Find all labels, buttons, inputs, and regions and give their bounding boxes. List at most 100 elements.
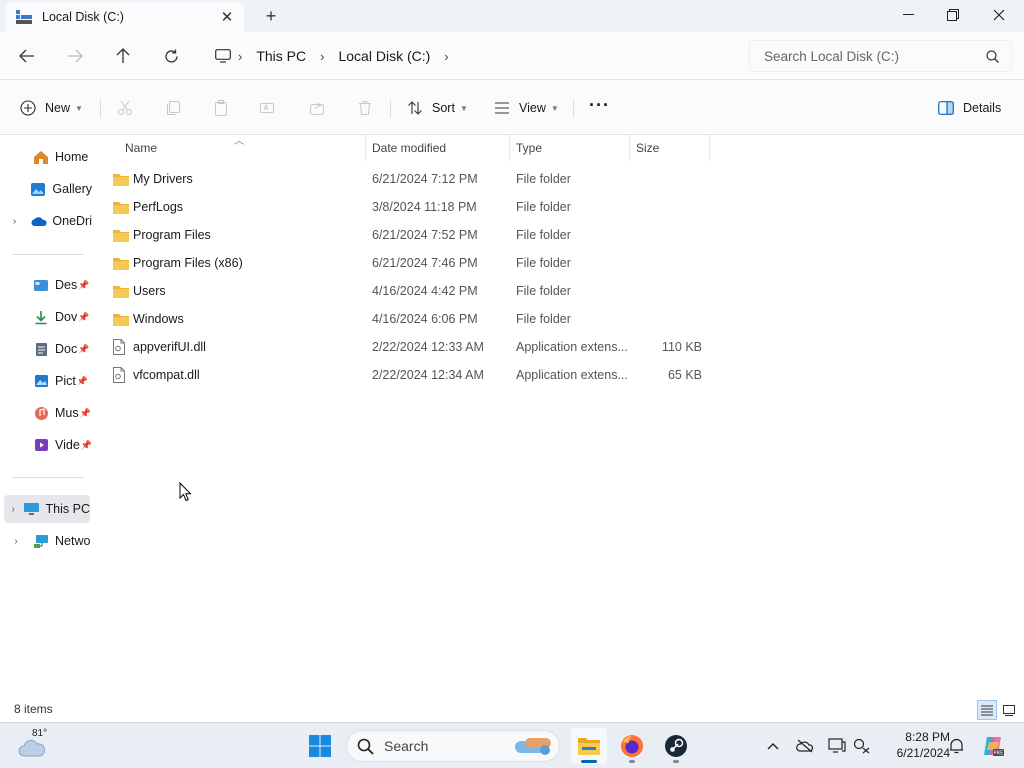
file-row[interactable]: My Drivers 6/21/2024 7:12 PM File folder <box>100 165 712 193</box>
delete-icon[interactable] <box>355 98 375 118</box>
view-icon <box>495 102 509 114</box>
file-type: File folder <box>516 200 571 214</box>
chevron-right-icon[interactable]: › <box>0 536 32 547</box>
bell-icon <box>949 738 963 754</box>
item-count: 8 items <box>14 702 53 716</box>
chevron-right-icon[interactable]: › <box>320 49 324 64</box>
file-row[interactable]: Program Files (x86) 6/21/2024 7:46 PM Fi… <box>100 249 712 277</box>
back-button[interactable] <box>12 42 42 70</box>
taskbar-firefox[interactable] <box>614 728 650 764</box>
restore-button[interactable] <box>930 0 976 30</box>
search-input[interactable]: Search Local Disk (C:) <box>749 40 1012 72</box>
taskbar-file-explorer[interactable] <box>571 728 607 764</box>
network-tray-icon[interactable] <box>851 735 873 757</box>
nav-item-onedrive[interactable]: › OneDri <box>0 207 92 235</box>
paste-icon[interactable] <box>211 98 231 118</box>
nav-item-downloads[interactable]: Dov 📌 <box>0 303 92 331</box>
file-name: Windows <box>133 312 184 326</box>
column-type[interactable]: Type <box>510 135 630 161</box>
nav-item-music[interactable]: Mus 📌 <box>0 399 92 427</box>
nav-divider <box>12 254 84 255</box>
show-hidden-icons-button[interactable] <box>762 735 784 757</box>
file-row[interactable]: PerfLogs 3/8/2024 11:18 PM File folder <box>100 193 712 221</box>
file-type: File folder <box>516 256 571 270</box>
up-button[interactable] <box>108 42 138 70</box>
copy-icon[interactable] <box>163 98 183 118</box>
rename-icon[interactable] <box>257 98 277 118</box>
time: 8:28 PM <box>905 730 950 744</box>
file-row[interactable]: Users 4/16/2024 4:42 PM File folder <box>100 277 712 305</box>
cut-icon[interactable] <box>115 98 135 118</box>
onedrive-tray-icon[interactable] <box>794 735 816 757</box>
mouse-cursor <box>179 481 192 505</box>
new-tab-button[interactable]: + <box>258 4 284 28</box>
file-row[interactable]: vfcompat.dll 2/22/2024 12:34 AM Applicat… <box>100 361 712 389</box>
sort-button[interactable]: Sort ▼ <box>407 94 468 122</box>
nav-item-network[interactable]: › Netwo <box>0 527 92 555</box>
copilot-icon: PRE <box>984 737 1004 757</box>
column-name[interactable]: ︿ Name <box>100 135 366 161</box>
close-window-button[interactable] <box>976 0 1022 30</box>
nav-item-home[interactable]: Home <box>0 143 92 171</box>
view-button[interactable]: View ▼ <box>494 94 559 122</box>
steam-icon <box>665 735 687 757</box>
chevron-right-icon[interactable]: › <box>444 49 448 64</box>
nav-item-gallery[interactable]: Gallery <box>0 175 92 203</box>
search-icon <box>986 50 999 66</box>
chevron-right-icon[interactable]: › <box>4 504 23 515</box>
share-icon[interactable] <box>307 98 327 118</box>
cloudy-icon <box>18 739 46 757</box>
svg-text:PRE: PRE <box>994 751 1004 757</box>
taskbar-search[interactable]: Search <box>346 730 560 762</box>
close-tab-icon[interactable]: ✕ <box>214 4 240 30</box>
details-pane-icon <box>938 101 954 115</box>
new-button[interactable]: New ▼ <box>20 94 83 122</box>
crumb-this-pc[interactable]: This PC <box>256 48 306 64</box>
start-button[interactable] <box>302 728 338 764</box>
pin-icon[interactable]: 📌 <box>77 376 88 387</box>
large-icons-view-button[interactable] <box>999 700 1019 720</box>
copilot-button[interactable]: PRE <box>980 733 1006 759</box>
column-size[interactable]: Size <box>630 135 710 161</box>
details-view-button[interactable] <box>977 700 997 720</box>
details-label: Details <box>963 101 1002 115</box>
date: 6/21/2024 <box>896 746 950 760</box>
details-pane-button[interactable]: Details <box>938 94 1001 122</box>
pin-icon[interactable]: 📌 <box>81 440 92 451</box>
running-indicator <box>673 760 679 763</box>
file-name: vfcompat.dll <box>133 368 200 382</box>
forward-button[interactable] <box>60 42 90 70</box>
nav-label: Des <box>55 278 78 292</box>
weather-widget[interactable]: 81° <box>18 727 58 765</box>
minimize-button[interactable] <box>885 0 931 30</box>
file-type: File folder <box>516 312 571 326</box>
nav-item-documents[interactable]: Doc 📌 <box>0 335 92 363</box>
navigation-pane: Home Gallery › OneDri Des 📌 Dov 📌 Doc 📌 … <box>0 135 92 705</box>
windows-logo-icon <box>309 735 331 757</box>
pin-icon[interactable]: 📌 <box>78 280 89 291</box>
nav-item-this-pc[interactable]: › This PC <box>4 495 90 523</box>
tab-local-disk[interactable]: Local Disk (C:) ✕ <box>6 2 244 32</box>
pin-icon[interactable]: 📌 <box>78 344 89 355</box>
file-list: ︿ Name Date modified Type Size My Driver… <box>100 135 1024 705</box>
notifications-button[interactable] <box>945 735 967 757</box>
column-date-modified[interactable]: Date modified <box>366 135 510 161</box>
clock[interactable]: 8:28 PM 6/21/2024 <box>876 729 950 761</box>
nav-label: OneDri <box>52 214 92 228</box>
file-row[interactable]: Program Files 6/21/2024 7:52 PM File fol… <box>100 221 712 249</box>
file-row[interactable]: appverifUI.dll 2/22/2024 12:33 AM Applic… <box>100 333 712 361</box>
file-size: 110 KB <box>661 340 702 354</box>
nav-item-videos[interactable]: Vide 📌 <box>0 431 92 459</box>
nav-item-pictures[interactable]: Pict 📌 <box>0 367 92 395</box>
taskbar-steam[interactable] <box>658 728 694 764</box>
pin-icon[interactable]: 📌 <box>78 312 89 323</box>
refresh-button[interactable] <box>156 42 186 70</box>
display-tray-icon[interactable] <box>826 735 848 757</box>
dll-file-icon <box>112 339 130 355</box>
chevron-right-icon[interactable]: › <box>0 216 29 227</box>
nav-item-desktop[interactable]: Des 📌 <box>0 271 92 299</box>
more-options-button[interactable]: ··· <box>589 91 610 119</box>
pin-icon[interactable]: 📌 <box>80 408 91 419</box>
file-row[interactable]: Windows 4/16/2024 6:06 PM File folder <box>100 305 712 333</box>
crumb-local-disk[interactable]: Local Disk (C:) <box>338 48 430 64</box>
